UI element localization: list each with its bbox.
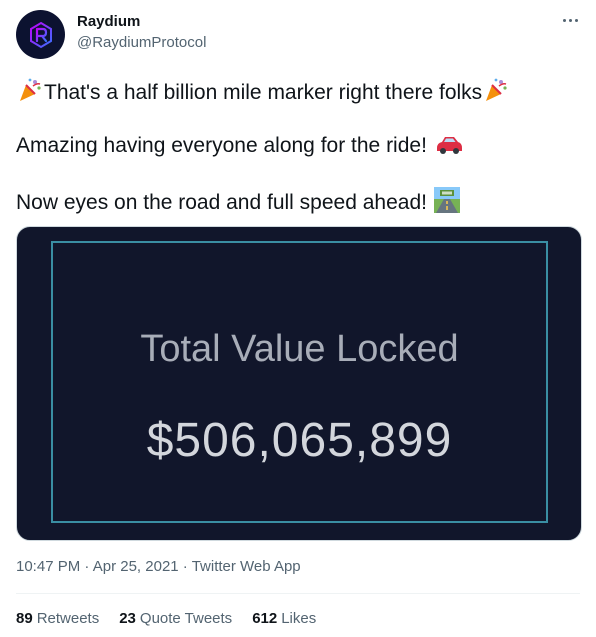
tweet-text-line-3: Now eyes on the road and full speed ahea… — [16, 187, 461, 216]
likes-count: 612 — [252, 610, 278, 627]
tweet-text-line-1: That's a half billion mile marker right … — [16, 77, 510, 106]
retweets-label: Retweets — [36, 610, 100, 627]
media-title: Total Value Locked — [140, 328, 459, 370]
author-block[interactable]: Raydium @RaydiumProtocol — [77, 13, 206, 53]
more-icon[interactable] — [558, 10, 582, 30]
media-value: $506,065,899 — [146, 414, 453, 467]
party-popper-icon — [20, 78, 41, 101]
retweets-stat[interactable]: 89 Retweets — [16, 609, 99, 629]
timestamp-link[interactable]: 10:47 PM · Apr 25, 2021 — [16, 558, 179, 575]
source-link[interactable]: Twitter Web App — [192, 558, 301, 575]
time: 10:47 PM — [16, 558, 81, 575]
car-icon — [436, 137, 462, 154]
tweet-meta: 10:47 PM · Apr 25, 2021 · Twitter Web Ap… — [16, 558, 301, 575]
divider — [16, 593, 580, 594]
tweet-text-line-1-content: That's a half billion mile marker right … — [44, 81, 483, 104]
raydium-logo-icon — [29, 21, 52, 48]
display-name[interactable]: Raydium — [77, 13, 206, 31]
date: Apr 25, 2021 — [92, 558, 179, 575]
tweet-media-image[interactable]: Total Value Locked $506,065,899 — [16, 226, 582, 541]
party-popper-icon — [486, 78, 507, 101]
media-frame: Total Value Locked $506,065,899 — [51, 241, 548, 523]
tweet-text-line-2-content: Amazing having everyone along for the ri… — [16, 134, 427, 157]
avatar[interactable] — [16, 10, 65, 59]
tweet-text-line-2: Amazing having everyone along for the ri… — [16, 133, 465, 159]
likes-label: Likes — [281, 610, 317, 627]
quote-tweets-count: 23 — [119, 610, 136, 627]
handle[interactable]: @RaydiumProtocol — [77, 33, 206, 53]
retweets-count: 89 — [16, 610, 33, 627]
engagement-stats: 89 Retweets 23 Quote Tweets 612 Likes — [16, 609, 316, 629]
quote-tweets-stat[interactable]: 23 Quote Tweets — [119, 609, 232, 629]
road-icon — [433, 187, 460, 213]
likes-stat[interactable]: 612 Likes — [252, 609, 316, 629]
quote-tweets-label: Quote Tweets — [139, 610, 233, 627]
tweet-text-line-3-content: Now eyes on the road and full speed ahea… — [16, 191, 427, 214]
tweet: Raydium @RaydiumProtocol That's a half b… — [0, 0, 596, 637]
